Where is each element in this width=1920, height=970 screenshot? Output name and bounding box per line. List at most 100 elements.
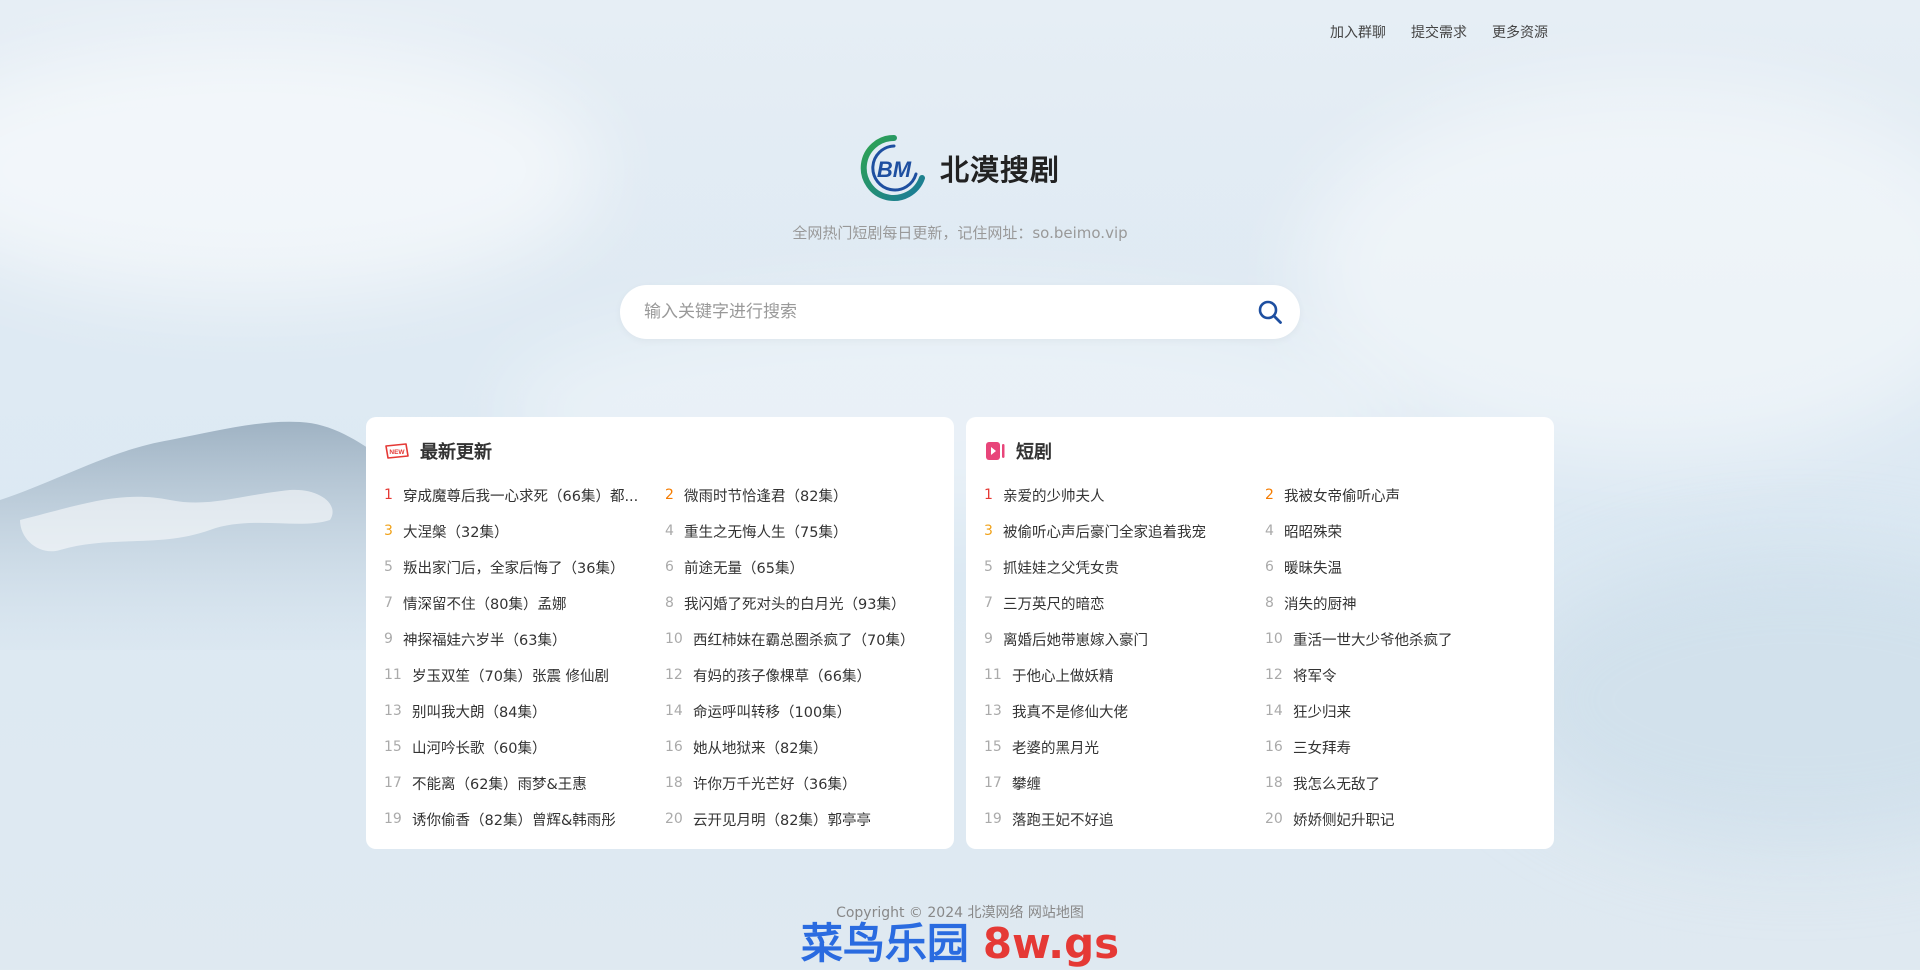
list-item[interactable]: 4 昭昭殊荣 (1265, 513, 1546, 549)
list-item[interactable]: 14 狂少归来 (1265, 693, 1546, 729)
svg-text:NEW: NEW (389, 449, 405, 456)
drama-title: 攀缠 (1012, 776, 1041, 793)
drama-title: 情深留不住（80集）孟娜 (403, 596, 567, 613)
search-bar (620, 285, 1300, 339)
list-item[interactable]: 15 老婆的黑月光 (984, 729, 1265, 765)
rank-number: 18 (1265, 775, 1283, 791)
rank-number: 19 (984, 811, 1002, 827)
rank-number: 3 (384, 523, 393, 539)
list-item[interactable]: 5 抓娃娃之父凭女贵 (984, 549, 1265, 585)
drama-title: 老婆的黑月光 (1012, 740, 1099, 757)
watermark: 菜鸟乐园 8w.gs (0, 910, 1920, 970)
list-item[interactable]: 13 别叫我大朗（84集） (384, 693, 665, 729)
list-item[interactable]: 2 我被女帝偷听心声 (1265, 477, 1546, 513)
list-item[interactable]: 20 娇娇侧妃升职记 (1265, 801, 1546, 837)
rank-number: 19 (384, 811, 402, 827)
drama-title: 西红柿妹在霸总圈杀疯了（70集） (693, 632, 915, 649)
drama-title: 离婚后她带崽嫁入豪门 (1003, 632, 1148, 649)
list-item[interactable]: 18 许你万千光芒好（36集） (665, 765, 946, 801)
rank-number: 1 (384, 487, 393, 503)
drama-title: 将军令 (1293, 668, 1337, 685)
rank-number: 2 (665, 487, 674, 503)
rank-number: 4 (1265, 523, 1274, 539)
list-item[interactable]: 7 三万英尺的暗恋 (984, 585, 1265, 621)
top-navigation: 加入群聊 提交需求 更多资源 (1330, 22, 1548, 42)
rank-number: 5 (384, 559, 393, 575)
rank-number: 14 (1265, 703, 1283, 719)
drama-title: 大涅槃（32集） (403, 524, 509, 541)
join-chat-link[interactable]: 加入群聊 (1330, 22, 1386, 42)
drama-title: 抓娃娃之父凭女贵 (1003, 560, 1119, 577)
list-item[interactable]: 15 山河吟长歌（60集） (384, 729, 665, 765)
list-item[interactable]: 7 情深留不住（80集）孟娜 (384, 585, 665, 621)
list-item[interactable]: 10 西红柿妹在霸总圈杀疯了（70集） (665, 621, 946, 657)
list-item[interactable]: 1 穿成魔尊后我一心求死（66集）都... (384, 477, 665, 513)
list-item[interactable]: 1 亲爱的少帅夫人 (984, 477, 1265, 513)
list-item[interactable]: 11 岁玉双笙（70集）张震 修仙剧 (384, 657, 665, 693)
drama-title: 我被女帝偷听心声 (1284, 488, 1400, 505)
rank-number: 2 (1265, 487, 1274, 503)
list-item[interactable]: 17 不能离（62集）雨梦&王惠 (384, 765, 665, 801)
list-item[interactable]: 6 暖昧失温 (1265, 549, 1546, 585)
list-item[interactable]: 16 她从地狱来（82集） (665, 729, 946, 765)
svg-text:BM: BM (877, 157, 912, 182)
rank-number: 17 (984, 775, 1002, 791)
search-input[interactable] (620, 285, 1240, 339)
list-item[interactable]: 11 于他心上做妖精 (984, 657, 1265, 693)
list-item[interactable]: 17 攀缠 (984, 765, 1265, 801)
drama-title: 昭昭殊荣 (1284, 524, 1342, 541)
drama-title: 被偷听心声后豪门全家追着我宠 (1003, 524, 1206, 541)
list-item[interactable]: 6 前途无量（65集） (665, 549, 946, 585)
rank-number: 1 (984, 487, 993, 503)
list-item[interactable]: 8 消失的厨神 (1265, 585, 1546, 621)
list-item[interactable]: 9 神探福娃六岁半（63集） (384, 621, 665, 657)
rank-number: 4 (665, 523, 674, 539)
list-item[interactable]: 13 我真不是修仙大佬 (984, 693, 1265, 729)
drama-title: 消失的厨神 (1284, 596, 1357, 613)
list-item[interactable]: 9 离婚后她带崽嫁入豪门 (984, 621, 1265, 657)
list-item[interactable]: 2 微雨时节恰逢君（82集） (665, 477, 946, 513)
video-play-icon (986, 442, 1005, 460)
list-item[interactable]: 5 叛出家门后，全家后悔了（36集） (384, 549, 665, 585)
rank-number: 6 (1265, 559, 1274, 575)
rank-number: 15 (984, 739, 1002, 755)
list-item[interactable]: 18 我怎么无敌了 (1265, 765, 1546, 801)
drama-title: 于他心上做妖精 (1012, 668, 1114, 685)
panel-title: 短剧 (1016, 442, 1052, 463)
list-item[interactable]: 19 诱你偷香（82集）曾辉&韩雨彤 (384, 801, 665, 837)
search-icon (1258, 300, 1282, 324)
bm-logo-icon: BM (860, 134, 925, 201)
rank-number: 20 (1265, 811, 1283, 827)
list-item[interactable]: 3 大涅槃（32集） (384, 513, 665, 549)
list-item[interactable]: 12 将军令 (1265, 657, 1546, 693)
rank-number: 8 (1265, 595, 1274, 611)
list-item[interactable]: 10 重活一世大少爷他杀疯了 (1265, 621, 1546, 657)
list-item[interactable]: 19 落跑王妃不好追 (984, 801, 1265, 837)
list-item[interactable]: 16 三女拜寿 (1265, 729, 1546, 765)
drama-title: 微雨时节恰逢君（82集） (684, 488, 848, 505)
rank-number: 18 (665, 775, 683, 791)
rank-number: 17 (384, 775, 402, 791)
list-item[interactable]: 14 命运呼叫转移（100集） (665, 693, 946, 729)
list-item[interactable]: 8 我闪婚了死对头的白月光（93集） (665, 585, 946, 621)
drama-title: 三万英尺的暗恋 (1003, 596, 1105, 613)
drama-title: 别叫我大朗（84集） (412, 704, 547, 721)
rank-number: 20 (665, 811, 683, 827)
short-drama-panel: 短剧 1 亲爱的少帅夫人 2 我被女帝偷听心声 3 被偷听心声后豪门全家追着我宠 4 昭昭殊荣… (966, 417, 1554, 849)
rank-number: 9 (384, 631, 393, 647)
list-item[interactable]: 12 有妈的孩子像棵草（66集） (665, 657, 946, 693)
search-button[interactable] (1240, 285, 1300, 339)
submit-request-link[interactable]: 提交需求 (1411, 22, 1467, 42)
more-resources-link[interactable]: 更多资源 (1492, 22, 1548, 42)
list-item[interactable]: 20 云开见月明（82集）郭亭亭 (665, 801, 946, 837)
list-item[interactable]: 4 重生之无悔人生（75集） (665, 513, 946, 549)
drama-title: 叛出家门后，全家后悔了（36集） (403, 560, 625, 577)
drama-title: 我闪婚了死对头的白月光（93集） (684, 596, 906, 613)
drama-title: 诱你偷香（82集）曾辉&韩雨彤 (412, 812, 616, 829)
watermark-domain: 8w.gs (982, 919, 1120, 968)
site-logo[interactable]: BM 北漠搜剧 (0, 134, 1920, 202)
drama-title: 亲爱的少帅夫人 (1003, 488, 1105, 505)
list-item[interactable]: 3 被偷听心声后豪门全家追着我宠 (984, 513, 1265, 549)
rank-number: 15 (384, 739, 402, 755)
rank-number: 6 (665, 559, 674, 575)
